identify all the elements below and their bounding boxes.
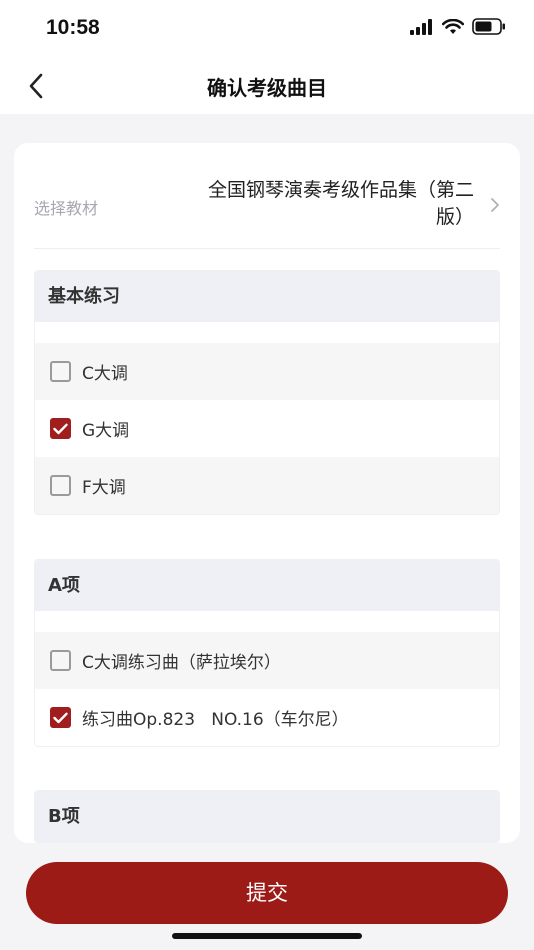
wifi-icon [442,18,464,34]
section-title: 基本练习 [35,271,499,322]
section-spacer [35,611,499,632]
option-label: C大调 [82,364,128,384]
checkbox-checked[interactable] [50,707,71,728]
material-label: 选择教材 [34,199,99,218]
section-b: B项 [34,790,500,843]
section-basic-exercises: 基本练习 C大调 G大调 F大调 [34,270,500,515]
checkbox-unchecked[interactable] [50,361,71,382]
section-title: B项 [35,791,499,842]
cellular-signal-icon [410,18,432,35]
option-row[interactable]: C大调练习曲（萨拉埃尔） [35,632,499,689]
material-value: 全国钢琴演奏考级作品集（第二版） [207,179,474,228]
battery-icon [472,18,505,35]
option-label: G大调 [82,421,130,441]
section-title: A项 [35,560,499,611]
checkmark-icon [53,423,68,434]
option-row[interactable]: C大调 [35,343,499,400]
option-row[interactable]: F大调 [35,457,499,514]
option-label: 练习曲Op.823 NO.16（车尔尼） [82,710,349,730]
status-icons [410,18,506,35]
status-time: 10:58 [46,16,100,39]
option-label: F大调 [82,478,126,498]
option-label: C大调练习曲（萨拉埃尔） [82,653,281,673]
checkbox-unchecked[interactable] [50,475,71,496]
chevron-right-icon [491,198,499,212]
checkbox-checked[interactable] [50,418,71,439]
home-indicator [172,933,362,939]
checkmark-icon [53,712,68,723]
material-selector[interactable]: 选择教材 全国钢琴演奏考级作品集（第二版） [34,165,500,249]
submit-button[interactable]: 提交 [26,862,508,924]
status-bar: 10:58 [0,0,534,58]
option-row[interactable]: G大调 [35,400,499,457]
page-title: 确认考级曲目 [207,76,327,100]
option-row[interactable]: 练习曲Op.823 NO.16（车尔尼） [35,689,499,746]
nav-bar: 确认考级曲目 [0,58,534,114]
content-card: 选择教材 全国钢琴演奏考级作品集（第二版） 基本练习 C大调 G大调 F大调 A… [14,143,520,843]
section-spacer [35,322,499,343]
section-a: A项 C大调练习曲（萨拉埃尔） 练习曲Op.823 NO.16（车尔尼） [34,559,500,747]
checkbox-unchecked[interactable] [50,650,71,671]
